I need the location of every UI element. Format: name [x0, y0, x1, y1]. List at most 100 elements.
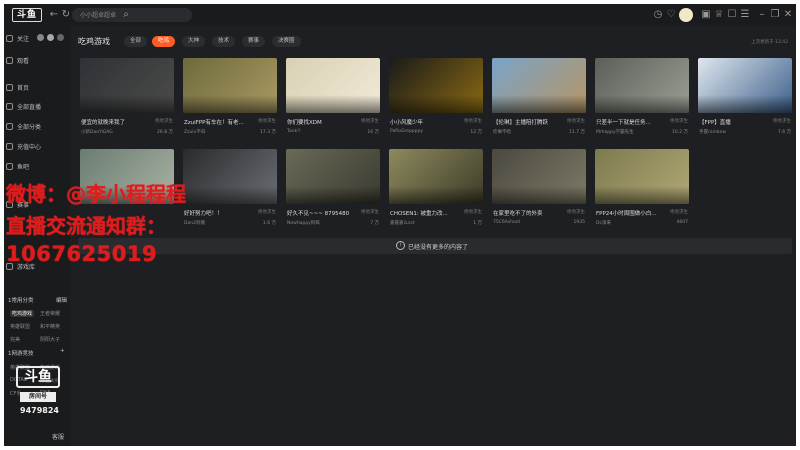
stream-thumbnail[interactable]	[389, 58, 483, 113]
clock-icon[interactable]: ◷	[652, 9, 664, 21]
section-esports-add[interactable]: +	[60, 348, 65, 354]
sidebar-item-home[interactable]: 首页	[6, 83, 29, 95]
stream-thumbnail[interactable]	[389, 149, 483, 204]
streamer-name[interactable]: Dan2阿顺	[184, 220, 205, 226]
stream-thumbnail[interactable]	[286, 149, 380, 204]
tab-all[interactable]: 全部	[124, 36, 148, 47]
sidebar-item-watch[interactable]: 观看	[6, 56, 29, 68]
sidebar-item-fishbar[interactable]: 鱼吧	[6, 162, 29, 174]
stream-title[interactable]: 你们要找XDM	[287, 118, 353, 126]
stream-thumbnail[interactable]	[595, 149, 689, 204]
tab-master[interactable]: 大神	[182, 36, 206, 47]
streamer-name[interactable]: PaRoGreppppy	[390, 129, 423, 134]
stream-category[interactable]: 绝地求生	[464, 118, 482, 124]
stream-title[interactable]: ZzuiFPP有车在！有老...	[184, 118, 250, 126]
sidebar-item-label: 鱼吧	[17, 164, 30, 171]
streamer-name[interactable]: 伦琳不暗	[493, 129, 511, 135]
streamer-name[interactable]: 嘉嘉嘉么sst	[390, 220, 414, 226]
search-box[interactable]: ⌕	[72, 8, 192, 22]
streamer-name[interactable]: Tank!!	[287, 129, 301, 134]
search-icon[interactable]: ⌕	[120, 9, 132, 21]
sidebar-item-categories[interactable]: 全部分类	[6, 122, 41, 134]
stream-title[interactable]: 【FPP】直播	[699, 118, 765, 126]
stream-category[interactable]: 绝地求生	[258, 118, 276, 124]
stream-card[interactable]: 小小风魔少年 绝地求生 PaRoGreppppy 12 万	[389, 58, 483, 141]
stream-card[interactable]: ZzuiFPP有车在！有老... 绝地求生 Zzuiv不归 17.3 万	[183, 58, 277, 141]
thumbnail-shade	[80, 95, 174, 113]
stream-title[interactable]: 【伦琳】主播陪打腾跃	[493, 118, 559, 126]
streamer-name[interactable]: Dc演来	[596, 220, 611, 226]
stream-thumbnail[interactable]	[80, 58, 174, 113]
stream-title[interactable]: 在家里吃不了的外卖	[493, 209, 559, 217]
category-link[interactable]: 和平精英	[40, 323, 60, 330]
stream-card[interactable]: 在家里吃不了的外卖 绝地求生 75C6Ashoot 1935	[492, 149, 586, 232]
category-link[interactable]: 英雄联盟	[10, 323, 30, 330]
streamer-name[interactable]: 手握rainbow	[699, 129, 726, 135]
back-icon[interactable]: ←	[48, 9, 60, 21]
stream-category[interactable]: 绝地求生	[361, 118, 379, 124]
stream-title[interactable]: 便宜的就晚来我了	[81, 118, 147, 126]
close-icon[interactable]: ✕	[782, 9, 794, 21]
chat-icon[interactable]: ☐	[726, 9, 738, 21]
stream-thumbnail[interactable]	[183, 58, 277, 113]
category-link[interactable]: 王者荣耀	[40, 310, 60, 317]
stream-thumbnail[interactable]	[286, 58, 380, 113]
stream-thumbnail[interactable]	[595, 58, 689, 113]
stream-title[interactable]: 小小风魔少年	[390, 118, 456, 126]
stream-card[interactable]: 你们要找XDM 绝地求生 Tank!! 16 万	[286, 58, 380, 141]
list-icon[interactable]: ☰	[739, 9, 751, 21]
restore-icon[interactable]: ❐	[769, 9, 781, 21]
stream-card[interactable]: 【伦琳】主播陪打腾跃 绝地求生 伦琳不暗 11.7 万	[492, 58, 586, 141]
stream-title[interactable]: 好好努力吧！！	[184, 209, 250, 217]
stream-card[interactable]: CHOSEN1: 被重力改... 绝地求生 嘉嘉嘉么sst 1 万	[389, 149, 483, 232]
stream-category[interactable]: 绝地求生	[773, 118, 791, 124]
follow-avatar	[46, 34, 54, 41]
stream-card[interactable]: 便宜的就晚来我了 绝地求生 小新DaoYiGAG 26.8 万	[80, 58, 174, 141]
screen-icon[interactable]: ▣	[700, 9, 712, 21]
category-link[interactable]: 吃鸡游戏	[10, 310, 35, 317]
stream-card[interactable]: 好久不见~~~ 8795480 绝地求生 Newhappy阿辉 7 万	[286, 149, 380, 232]
stream-title[interactable]: 好久不见~~~ 8795480	[287, 209, 353, 217]
stream-thumbnail[interactable]	[698, 58, 792, 113]
stream-category[interactable]: 绝地求生	[670, 209, 688, 215]
stream-thumbnail[interactable]	[492, 149, 586, 204]
stream-card[interactable]: 好好努力吧！！ 绝地求生 Dan2阿顺 1.6 万	[183, 149, 277, 232]
stream-title[interactable]: CHOSEN1: 被重力改...	[390, 209, 456, 217]
heart-icon[interactable]: ♡	[665, 9, 677, 21]
stream-card[interactable]: FPP24小时周围做小白... 绝地求生 Dc演来 4607	[595, 149, 689, 232]
cup-icon[interactable]: ♕	[713, 9, 725, 21]
streamer-name[interactable]: Mrhappy学霸先生	[596, 129, 634, 135]
minimize-icon[interactable]: –	[756, 9, 768, 21]
sidebar-item-recharge[interactable]: 充值中心	[6, 142, 41, 154]
refresh-icon[interactable]: ↻	[60, 9, 72, 21]
tab-final-circle[interactable]: 决赛圈	[272, 36, 301, 47]
streamer-name[interactable]: Newhappy阿辉	[287, 220, 320, 226]
category-link[interactable]: 完美	[10, 336, 20, 343]
stream-category[interactable]: 绝地求生	[670, 118, 688, 124]
streamer-name[interactable]: 75C6Ashoot	[493, 220, 520, 225]
streamer-name[interactable]: Zzuiv不归	[184, 129, 205, 135]
sidebar-item-live[interactable]: 全部直播	[6, 102, 41, 114]
home-icon	[6, 84, 13, 91]
tab-tech[interactable]: 技术	[212, 36, 236, 47]
tab-events[interactable]: 赛事	[242, 36, 266, 47]
stream-category[interactable]: 绝地求生	[567, 118, 585, 124]
tab-chicken[interactable]: 吃鸡	[152, 36, 176, 47]
stream-category[interactable]: 绝地求生	[361, 209, 379, 215]
section-common-edit[interactable]: 编辑	[56, 296, 67, 304]
stream-title[interactable]: FPP24小时周围做小白...	[596, 209, 662, 217]
stream-card[interactable]: 只差半一下就是任务... 绝地求生 Mrhappy学霸先生 10.2 万	[595, 58, 689, 141]
category-link[interactable]: 阴阳大子	[40, 336, 60, 343]
stream-thumbnail[interactable]	[183, 149, 277, 204]
stream-thumbnail[interactable]	[492, 58, 586, 113]
avatar[interactable]	[679, 8, 693, 22]
stream-category[interactable]: 绝地求生	[258, 209, 276, 215]
streamer-name[interactable]: 小新DaoYiGAG	[81, 129, 113, 135]
sidebar-follow[interactable]: 关注	[6, 34, 64, 46]
stream-category[interactable]: 绝地求生	[155, 118, 173, 124]
stream-card[interactable]: 【FPP】直播 绝地求生 手握rainbow 7.6 万	[698, 58, 792, 141]
douyu-logo[interactable]: 斗鱼	[12, 8, 42, 22]
stream-category[interactable]: 绝地求生	[464, 209, 482, 215]
stream-category[interactable]: 绝地求生	[567, 209, 585, 215]
stream-title[interactable]: 只差半一下就是任务...	[596, 118, 662, 126]
